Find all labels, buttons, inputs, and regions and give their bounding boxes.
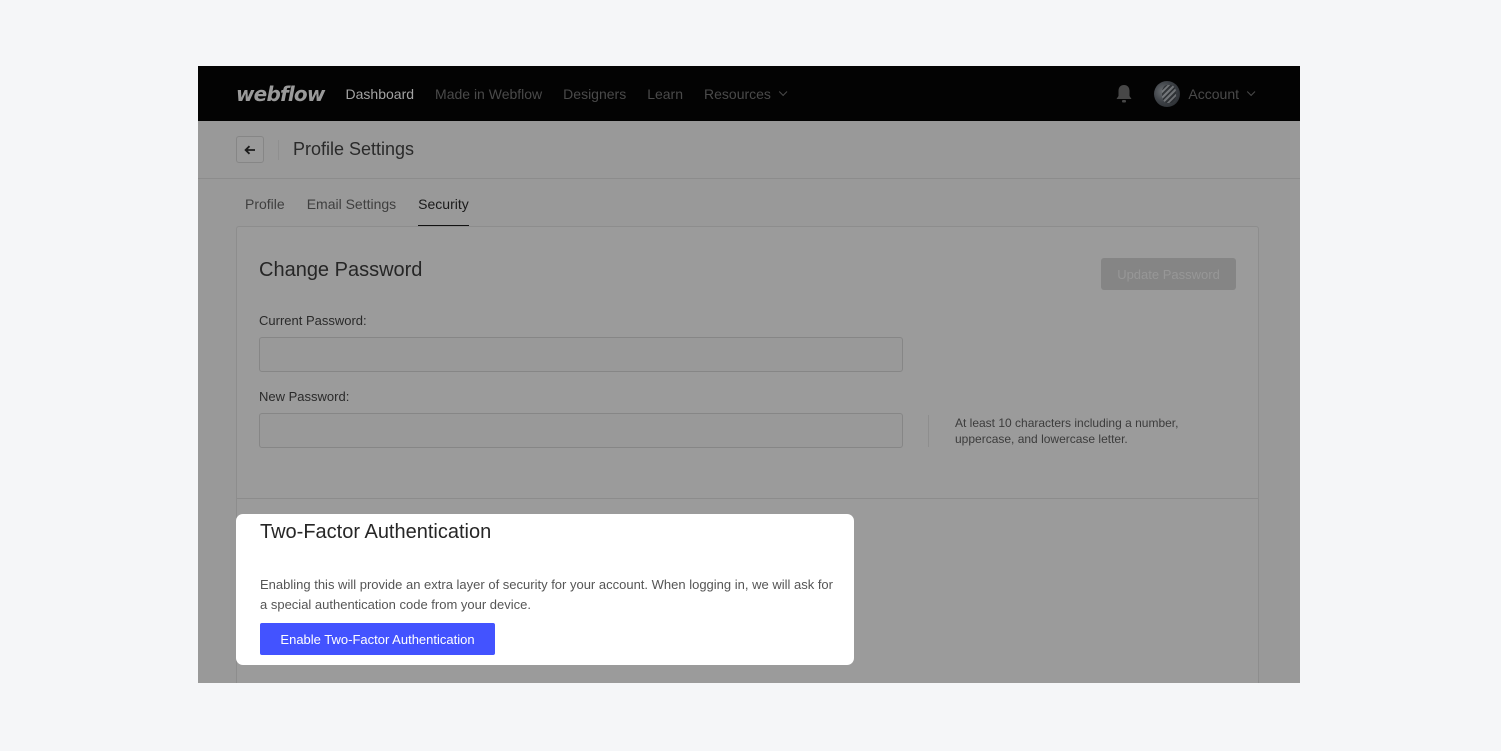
nav-designers[interactable]: Designers [563, 86, 626, 102]
nav-resources[interactable]: Resources [704, 85, 788, 102]
section-divider [237, 498, 1258, 499]
account-label: Account [1188, 85, 1239, 102]
header-divider [278, 139, 279, 160]
nav-dashboard[interactable]: Dashboard [346, 86, 415, 102]
nav-resources-label: Resources [704, 85, 771, 102]
password-hint: At least 10 characters including a numbe… [955, 416, 1179, 446]
tab-profile[interactable]: Profile [245, 179, 285, 227]
page-title: Profile Settings [293, 139, 415, 159]
tab-email-settings[interactable]: Email Settings [307, 179, 396, 227]
tab-security[interactable]: Security [418, 179, 469, 227]
update-password-button[interactable]: Update Password [1101, 258, 1236, 290]
nav-learn[interactable]: Learn [647, 86, 683, 102]
change-password-title: Change Password [259, 259, 423, 281]
back-button[interactable] [236, 136, 264, 163]
bell-icon[interactable] [1114, 83, 1134, 105]
page-header: Profile Settings [198, 121, 1300, 179]
two-factor-title: Two-Factor Authentication [260, 521, 492, 543]
account-menu[interactable]: Account [1188, 85, 1256, 102]
new-password-input[interactable] [259, 413, 903, 448]
nav-right: Account [1114, 66, 1256, 121]
current-password-input[interactable] [259, 337, 903, 372]
chevron-down-icon [778, 87, 788, 96]
enable-two-factor-button[interactable]: Enable Two-Factor Authentication [260, 623, 495, 655]
settings-tabs: Profile Email Settings Security [245, 179, 491, 227]
hint-divider [928, 415, 929, 447]
avatar[interactable] [1154, 80, 1181, 107]
arrow-left-icon [244, 145, 255, 154]
nav-made-in-webflow[interactable]: Made in Webflow [435, 86, 542, 102]
current-password-label: Current Password: [259, 313, 367, 328]
two-factor-description: Enabling this will provide an extra laye… [260, 577, 833, 612]
chevron-down-icon [1246, 87, 1256, 96]
top-nav: webflow Dashboard Made in Webflow Design… [198, 66, 1300, 121]
two-factor-section: Two-Factor Authentication Enabling this … [236, 514, 854, 665]
webflow-logo[interactable]: webflow [236, 82, 325, 106]
new-password-label: New Password: [259, 389, 350, 404]
